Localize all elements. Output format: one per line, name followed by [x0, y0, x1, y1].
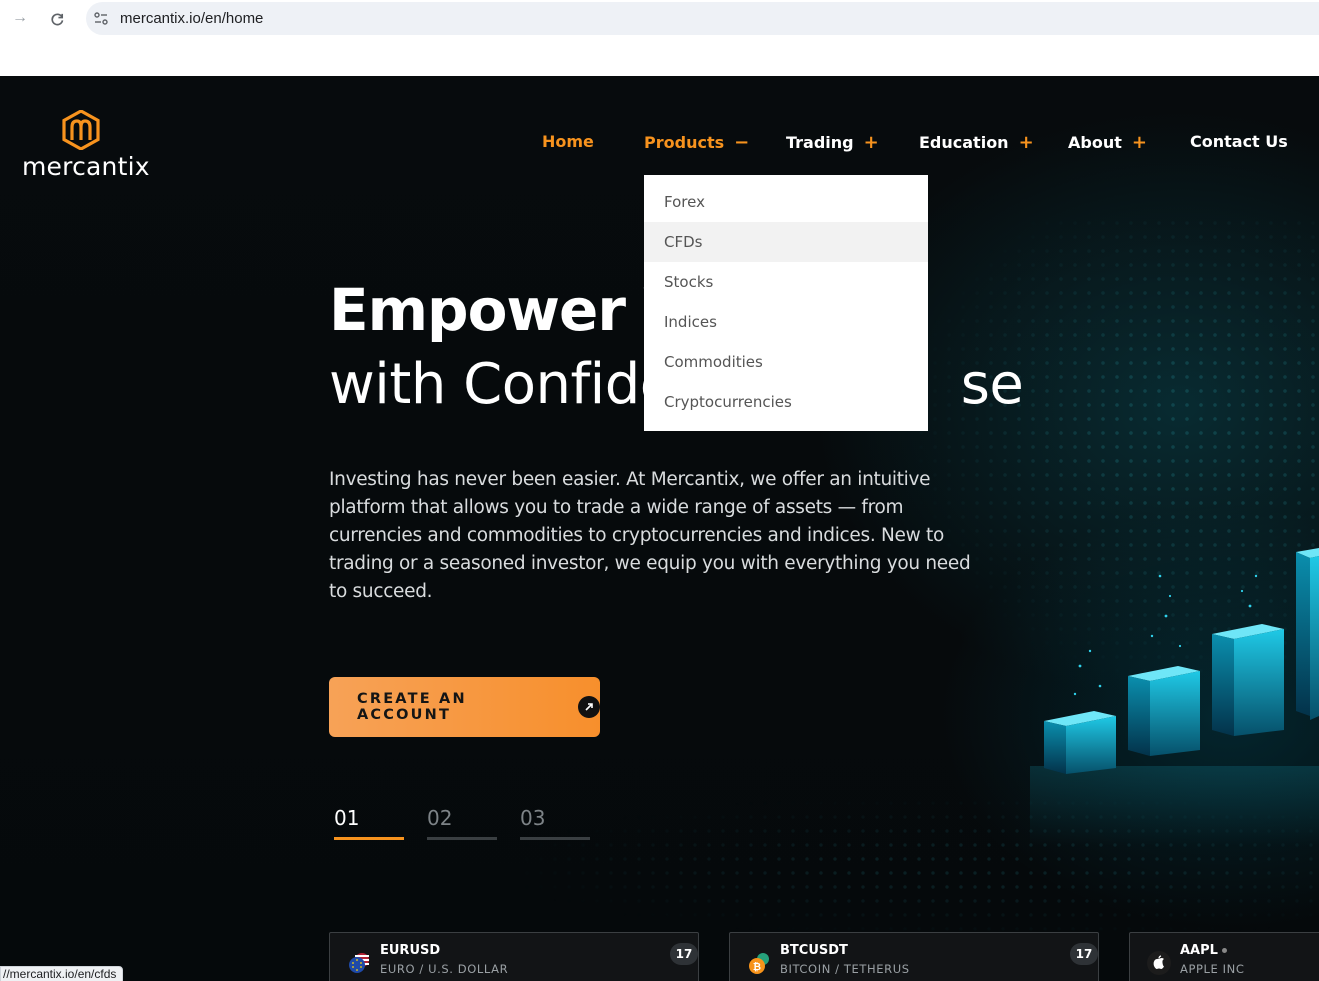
site-info-icon[interactable]	[90, 8, 112, 30]
arrow-up-right-icon	[578, 696, 600, 718]
create-account-button[interactable]: CREATE AN ACCOUNT	[329, 677, 600, 737]
website-viewport: mercantix Home Products − Trading + Educ…	[0, 76, 1319, 981]
ticker-name: BITCOIN / TETHERUS	[780, 962, 910, 976]
slide-progress-bar	[334, 837, 404, 840]
plus-icon: +	[863, 132, 879, 153]
ticker-symbol: EURUSD	[380, 943, 441, 958]
ticker-symbol: BTCUSDT	[780, 943, 848, 958]
browser-toolbar: → mercantix.io/en/home	[0, 0, 1319, 76]
svg-text:₿: ₿	[753, 961, 761, 973]
apple-logo-icon	[1147, 951, 1171, 975]
create-account-label: CREATE AN ACCOUNT	[357, 691, 467, 723]
dropdown-item-cryptocurrencies[interactable]: Cryptocurrencies	[644, 382, 928, 422]
ticker-card-aapl[interactable]: AAPL APPLE INC	[1129, 932, 1319, 981]
slide-progress-bar	[520, 837, 590, 840]
slide-number: 03	[520, 806, 546, 830]
slide-tab-2[interactable]: 02	[427, 806, 497, 842]
dropdown-item-stocks[interactable]: Stocks	[644, 262, 928, 302]
nav-education-label: Education	[919, 133, 1009, 152]
eu-us-flag-icon	[349, 953, 369, 973]
ticker-symbol: AAPL	[1180, 943, 1227, 958]
back-arrow-icon[interactable]: →	[9, 7, 31, 29]
ticker-symbol-text: AAPL	[1180, 943, 1218, 958]
nav-about-label: About	[1068, 133, 1122, 152]
plus-icon: +	[1131, 132, 1147, 153]
dropdown-item-cfds[interactable]: CFDs	[644, 222, 928, 262]
reload-icon[interactable]	[46, 7, 68, 29]
ticker-name: APPLE INC	[1180, 962, 1245, 976]
hero-description: Investing has never been easier. At Merc…	[329, 469, 971, 602]
nav-products-label: Products	[644, 133, 725, 152]
ticker-card-btcusdt[interactable]: ₿ BTCUSDT BITCOIN / TETHERUS 17	[729, 932, 1099, 981]
dropdown-item-commodities[interactable]: Commodities	[644, 342, 928, 382]
tradingview-icon: 17	[1070, 943, 1098, 965]
nav-products[interactable]: Products −	[644, 132, 749, 153]
address-bar[interactable]: mercantix.io/en/home	[86, 2, 1319, 35]
slide-tab-1[interactable]: 01	[334, 806, 404, 842]
plus-icon: +	[1018, 132, 1034, 153]
market-status-dot	[1221, 948, 1227, 953]
products-dropdown-menu: Forex CFDs Stocks Indices Commodities Cr…	[644, 175, 928, 431]
ticker-card-eurusd[interactable]: EURUSD EURO / U.S. DOLLAR 17	[329, 932, 699, 981]
growth-bars-illustration	[1030, 548, 1319, 846]
nav-education[interactable]: Education +	[919, 132, 1034, 153]
tradingview-icon: 17	[670, 943, 698, 965]
slide-tab-3[interactable]: 03	[520, 806, 590, 842]
main-nav: Home Products − Trading + Education + Ab…	[0, 132, 1319, 156]
hero-slider-pagination: 01 02 03	[334, 806, 594, 846]
nav-home-label: Home	[542, 132, 594, 151]
slide-number: 01	[334, 806, 360, 830]
dropdown-item-indices[interactable]: Indices	[644, 302, 928, 342]
nav-trading[interactable]: Trading +	[786, 132, 879, 153]
ticker-name: EURO / U.S. DOLLAR	[380, 962, 509, 976]
hero-title-line-2-end: se	[960, 352, 1024, 417]
bitcoin-tether-icon: ₿	[749, 953, 769, 974]
slide-number: 02	[427, 806, 453, 830]
dropdown-item-forex[interactable]: Forex	[644, 182, 928, 222]
nav-trading-label: Trading	[786, 133, 854, 152]
hero-title-line-2-start: with Confide	[329, 352, 674, 417]
slide-progress-bar	[427, 837, 497, 840]
minus-icon: −	[734, 132, 750, 153]
nav-home[interactable]: Home	[542, 132, 594, 151]
url-text[interactable]: mercantix.io/en/home	[120, 10, 263, 27]
link-status-bar: //mercantix.io/en/cfds	[0, 966, 124, 981]
nav-contact[interactable]: Contact Us	[1190, 132, 1288, 151]
logo-wordmark: mercantix	[22, 152, 150, 181]
nav-contact-label: Contact Us	[1190, 132, 1288, 151]
nav-about[interactable]: About +	[1068, 132, 1147, 153]
